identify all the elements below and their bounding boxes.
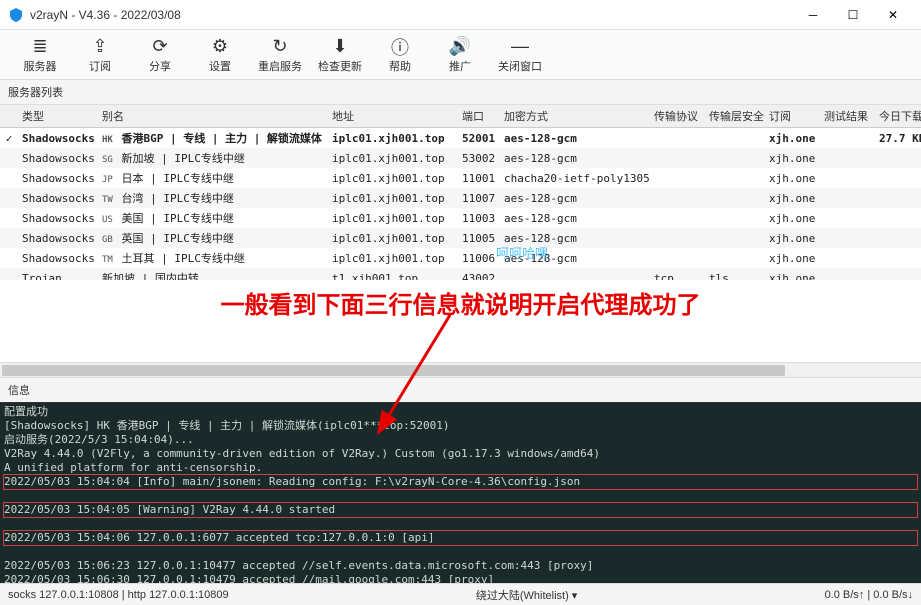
toolbar-label: 帮助 [389, 58, 411, 74]
column-header[interactable]: 测试结果 [820, 105, 875, 128]
toolbar-icon: ≣ [32, 36, 47, 58]
servers-section-header: 服务器列表 [0, 80, 921, 105]
toolbar-5[interactable]: ⬇检查更新 [310, 31, 370, 79]
column-header[interactable]: 地址 [328, 105, 458, 128]
toolbar-icon: ↻ [272, 36, 287, 58]
status-route-mode[interactable]: 绕过大陆(Whitelist) ▾ [476, 587, 577, 603]
column-header[interactable]: 类型 [18, 105, 98, 128]
toolbar-label: 服务器 [24, 58, 57, 74]
toolbar-0[interactable]: ≣服务器 [10, 31, 70, 79]
minimize-button[interactable]: ─ [793, 1, 833, 29]
horizontal-scrollbar[interactable] [0, 362, 921, 377]
toolbar-icon: ⚙ [212, 36, 228, 58]
column-header[interactable]: 传输协议 [650, 105, 705, 128]
column-header[interactable]: 端口 [458, 105, 500, 128]
server-list: 类型别名地址端口加密方式传输协议传输层安全订阅测试结果今日下载 ✓Shadows… [0, 105, 921, 280]
status-listen: socks 127.0.0.1:10808 | http 127.0.0.1:1… [8, 589, 229, 601]
status-speed: 0.0 B/s↑ | 0.0 B/s↓ [825, 589, 913, 601]
column-header[interactable]: 加密方式 [500, 105, 650, 128]
toolbar-8[interactable]: —关闭窗口 [490, 31, 550, 79]
toolbar-icon: — [511, 36, 529, 58]
app-icon [8, 7, 24, 23]
window-title: v2rayN - V4.36 - 2022/03/08 [30, 8, 793, 22]
toolbar-label: 关闭窗口 [498, 58, 542, 74]
statusbar: socks 127.0.0.1:10808 | http 127.0.0.1:1… [0, 583, 921, 605]
column-header[interactable] [0, 105, 18, 128]
toolbar-label: 设置 [209, 58, 231, 74]
toolbar-1[interactable]: ⇪订阅 [70, 31, 130, 79]
toolbar-6[interactable]: ⓘ帮助 [370, 31, 430, 79]
toolbar-label: 分享 [149, 58, 171, 74]
table-row[interactable]: ✓ShadowsocksHK 香港BGP | 专线 | 主力 | 解锁流媒体ip… [0, 128, 921, 149]
table-row[interactable]: ShadowsocksGB 英国 | IPLC专线中继iplc01.xjh001… [0, 228, 921, 248]
toolbar-4[interactable]: ↻重启服务 [250, 31, 310, 79]
log-console: 配置成功 [Shadowsocks] HK 香港BGP | 专线 | 主力 | … [0, 403, 921, 583]
table-row[interactable]: ShadowsocksJP 日本 | IPLC专线中继iplc01.xjh001… [0, 168, 921, 188]
toolbar-label: 检查更新 [318, 58, 362, 74]
toolbar-2[interactable]: ⟳分享 [130, 31, 190, 79]
column-header[interactable]: 订阅 [765, 105, 820, 128]
table-row[interactable]: ShadowsocksTW 台湾 | IPLC专线中继iplc01.xjh001… [0, 188, 921, 208]
info-section-header: 信息 [0, 377, 921, 403]
column-header[interactable]: 今日下载 [875, 105, 921, 128]
table-row[interactable]: ShadowsocksTM 土耳其 | IPLC专线中继iplc01.xjh00… [0, 248, 921, 268]
toolbar-icon: ⬇ [332, 36, 347, 58]
table-row[interactable]: ShadowsocksUS 美国 | IPLC专线中继iplc01.xjh001… [0, 208, 921, 228]
maximize-button[interactable]: ☐ [833, 1, 873, 29]
close-button[interactable]: ✕ [873, 1, 913, 29]
toolbar: ≣服务器⇪订阅⟳分享⚙设置↻重启服务⬇检查更新ⓘ帮助🔊推广—关闭窗口 [0, 30, 921, 80]
toolbar-label: 订阅 [89, 58, 111, 74]
toolbar-label: 推广 [449, 58, 471, 74]
table-row[interactable]: ShadowsocksSG 新加坡 | IPLC专线中继iplc01.xjh00… [0, 148, 921, 168]
column-header[interactable]: 别名 [98, 105, 328, 128]
table-row[interactable]: Trojan新加坡 | 国内中转t1.xjh001.top43002tcptls… [0, 268, 921, 280]
toolbar-icon: ⟳ [152, 36, 167, 58]
column-header[interactable]: 传输层安全 [705, 105, 765, 128]
toolbar-7[interactable]: 🔊推广 [430, 31, 490, 79]
toolbar-3[interactable]: ⚙设置 [190, 31, 250, 79]
toolbar-icon: 🔊 [449, 36, 471, 58]
titlebar: v2rayN - V4.36 - 2022/03/08 ─ ☐ ✕ [0, 0, 921, 30]
toolbar-icon: ⓘ [391, 36, 409, 58]
toolbar-icon: ⇪ [92, 36, 107, 58]
toolbar-label: 重启服务 [258, 58, 302, 74]
